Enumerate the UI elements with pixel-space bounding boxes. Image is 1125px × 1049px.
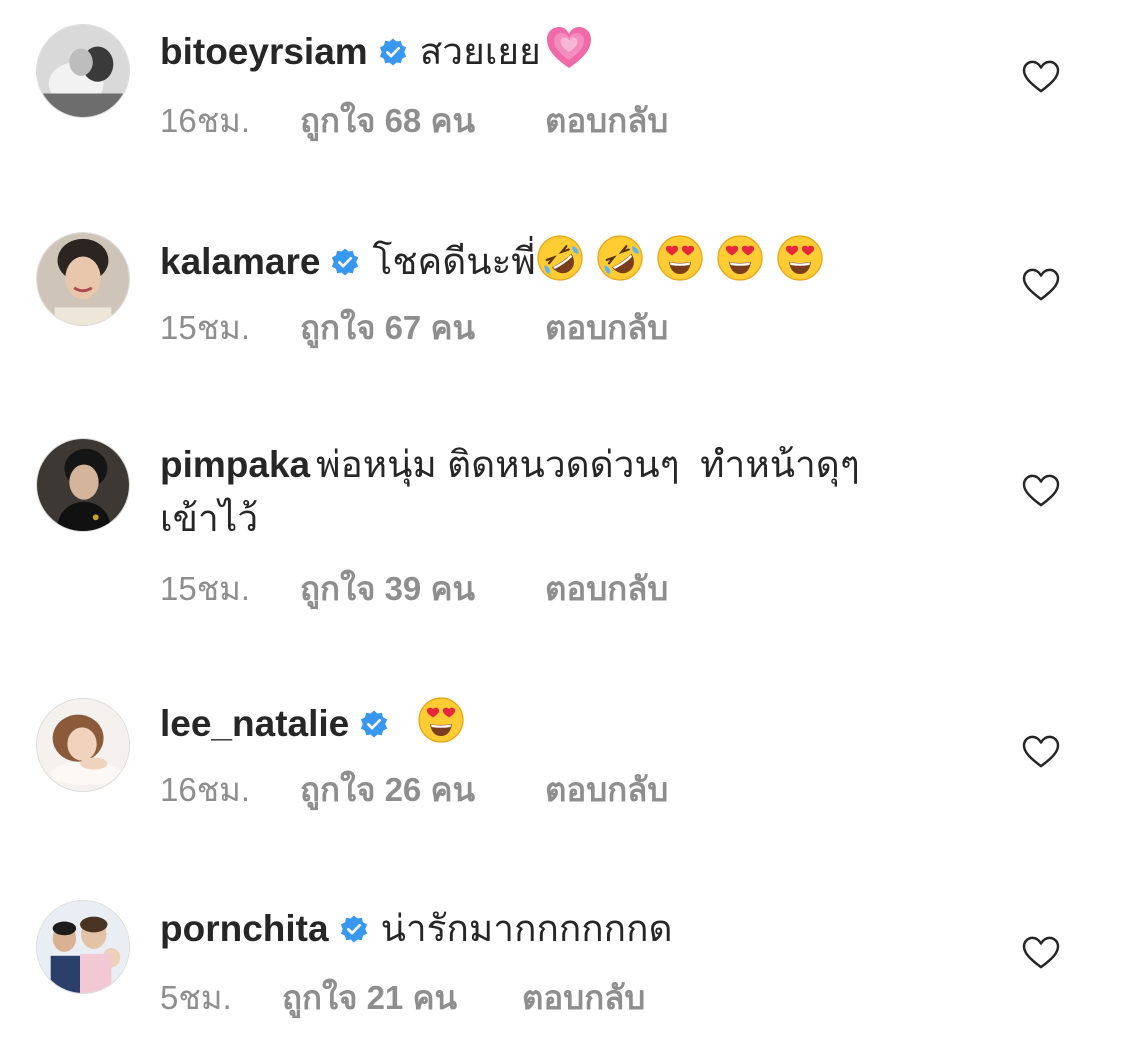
like-heart-icon[interactable] [1022, 60, 1060, 94]
comment-likes-count[interactable]: ถูกใจ 68 คน [300, 101, 545, 141]
heart-eyes-emoji-icon [656, 234, 704, 282]
comment-body: โชคดีนะพี่ [372, 241, 536, 282]
comment-username[interactable]: lee_natalie [160, 703, 349, 744]
comment-body: สวยเยย [419, 31, 541, 72]
comment-meta: 5ชม. ถูกใจ 21 คน ตอบกลับ [160, 978, 645, 1018]
avatar[interactable] [36, 698, 130, 792]
comment-text-continued: เข้าไว้ [160, 494, 980, 544]
comment-time: 15ชม. [160, 570, 251, 607]
heart-eyes-emoji-icon [776, 234, 824, 282]
emoji-group [541, 24, 605, 85]
comment-username[interactable]: kalamare [160, 241, 320, 282]
comment-username[interactable]: bitoeyrsiam [160, 31, 368, 72]
reply-button[interactable]: ตอบกลับ [545, 770, 668, 810]
comment-meta: 16ชม. ถูกใจ 68 คน ตอบกลับ [160, 101, 668, 141]
emoji-group [401, 696, 477, 757]
comment-likes-count[interactable]: ถูกใจ 39 คน [300, 569, 545, 609]
comment-text: pornchita น่ารักมากกกกกกด [160, 904, 980, 954]
comment-meta: 15ชม. ถูกใจ 67 คน ตอบกลับ [160, 308, 668, 348]
like-heart-icon[interactable] [1022, 735, 1060, 769]
comment-meta: 15ชม. ถูกใจ 39 คน ตอบกลับ [160, 569, 668, 609]
rofl-emoji-icon [536, 234, 584, 282]
heart-eyes-emoji-icon [417, 696, 465, 744]
verified-badge-icon [330, 247, 360, 277]
comment-username[interactable]: pornchita [160, 908, 329, 949]
comment-time: 5ชม. [160, 979, 232, 1016]
comment-meta: 16ชม. ถูกใจ 26 คน ตอบกลับ [160, 770, 668, 810]
rofl-emoji-icon [596, 234, 644, 282]
avatar[interactable] [36, 232, 130, 326]
avatar[interactable] [36, 24, 130, 118]
comment-likes-count[interactable]: ถูกใจ 26 คน [300, 770, 545, 810]
like-heart-icon[interactable] [1022, 474, 1060, 508]
avatar[interactable] [36, 900, 130, 994]
comment-likes-count[interactable]: ถูกใจ 21 คน [282, 978, 522, 1018]
comment-time: 16ชม. [160, 102, 251, 139]
reply-button[interactable]: ตอบกลับ [545, 308, 668, 348]
comment-text: bitoeyrsiam สวยเยย [160, 24, 980, 85]
reply-button[interactable]: ตอบกลับ [522, 978, 645, 1018]
avatar[interactable] [36, 438, 130, 532]
comment-text: lee_natalie [160, 696, 980, 757]
verified-badge-icon [339, 914, 369, 944]
comment-body-line2: เข้าไว้ [160, 498, 259, 539]
comment-body: น่ารักมากกกกกกด [380, 908, 673, 949]
comment-text: pimpaka พ่อหนุ่ม ติดหนวดด่วนๆ ทำหน้าดุๆ [160, 440, 980, 490]
reply-button[interactable]: ตอบกลับ [545, 569, 668, 609]
comment-time: 16ชม. [160, 771, 251, 808]
comment-time: 15ชม. [160, 309, 251, 346]
verified-badge-icon [378, 37, 408, 67]
comment-body: พ่อหนุ่ม ติดหนวดด่วนๆ ทำหน้าดุๆ [316, 444, 860, 485]
heart-eyes-emoji-icon [716, 234, 764, 282]
like-heart-icon[interactable] [1022, 268, 1060, 302]
growing-heart-emoji-icon [545, 24, 593, 72]
comment-text: kalamare โชคดีนะพี่ [160, 234, 980, 295]
verified-badge-icon [359, 709, 389, 739]
comment-likes-count[interactable]: ถูกใจ 67 คน [300, 308, 545, 348]
emoji-group [536, 234, 836, 295]
comment-username[interactable]: pimpaka [160, 444, 310, 485]
like-heart-icon[interactable] [1022, 936, 1060, 970]
reply-button[interactable]: ตอบกลับ [545, 101, 668, 141]
